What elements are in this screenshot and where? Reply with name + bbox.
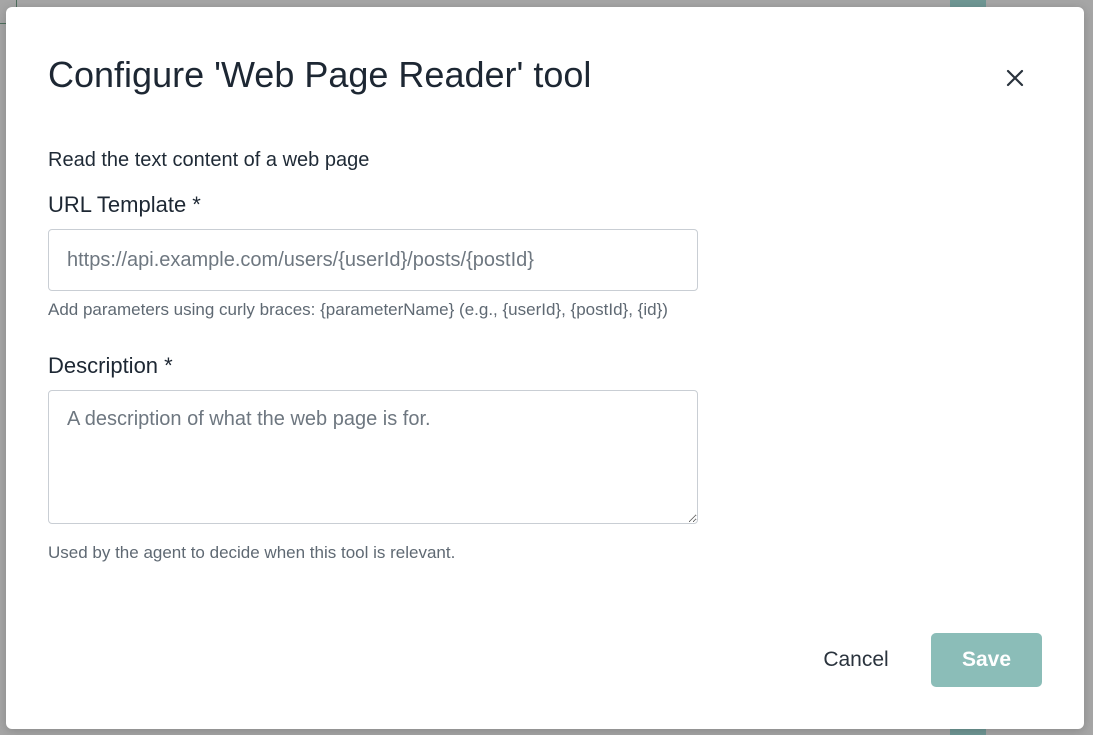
save-button[interactable]: Save [931, 633, 1042, 687]
dialog-title: Configure 'Web Page Reader' tool [48, 54, 592, 95]
close-icon [1006, 69, 1024, 87]
close-button[interactable] [996, 59, 1034, 97]
url-template-label: URL Template * [48, 192, 201, 217]
url-template-helper: Add parameters using curly braces: {para… [48, 300, 668, 319]
cancel-button[interactable]: Cancel [806, 633, 906, 687]
dialog-subtitle: Read the text content of a web page [48, 149, 370, 171]
description-label: Description * [48, 353, 173, 378]
description-helper: Used by the agent to decide when this to… [48, 543, 456, 562]
description-textarea[interactable] [48, 390, 698, 524]
url-template-input[interactable] [48, 229, 698, 291]
configure-tool-dialog: Configure 'Web Page Reader' tool Read th… [6, 7, 1084, 729]
